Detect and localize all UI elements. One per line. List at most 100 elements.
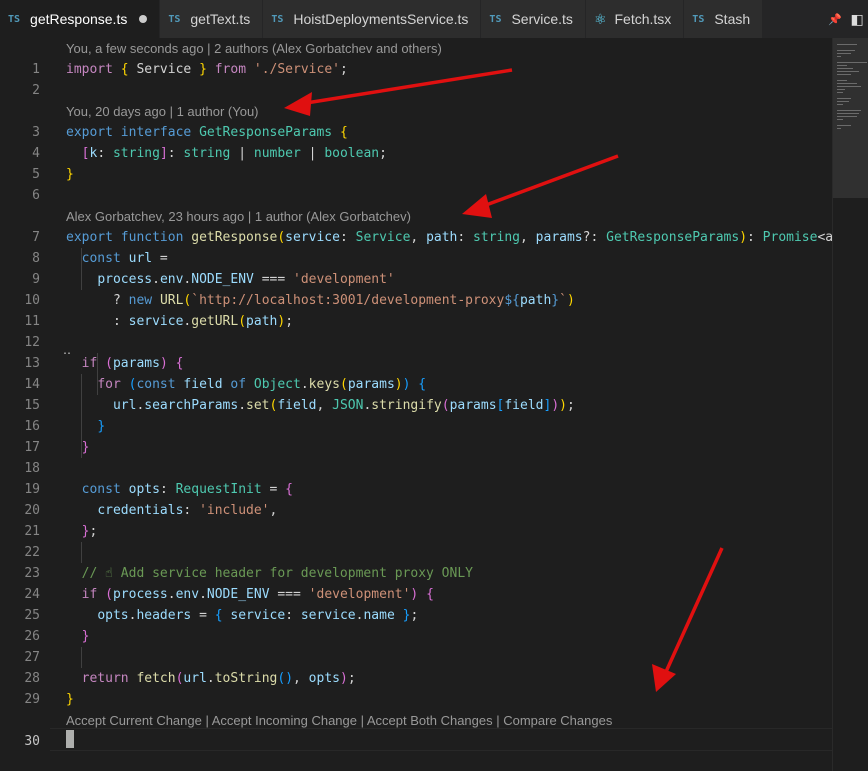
code-token: === bbox=[253, 272, 294, 287]
git-blame-codelens[interactable]: You, a few seconds ago | 2 authors (Alex… bbox=[66, 38, 442, 59]
code-line[interactable]: 28 return fetch(url.toString(), opts); bbox=[0, 668, 832, 689]
code-token: field bbox=[277, 398, 317, 413]
split-editor-icon[interactable]: ◧ bbox=[851, 11, 864, 28]
code-token: { bbox=[175, 356, 184, 371]
code-token: string bbox=[473, 230, 521, 245]
code-line[interactable]: 4 [k: string]: string | number | boolean… bbox=[0, 143, 832, 164]
code-line[interactable]: 6 bbox=[0, 185, 832, 206]
tab-label: Stash bbox=[714, 11, 751, 27]
code-token: : bbox=[183, 503, 200, 518]
minimap-line bbox=[837, 110, 861, 111]
code-token: ${ bbox=[504, 293, 520, 308]
code-token: } bbox=[81, 440, 90, 455]
typescript-icon: TS bbox=[489, 13, 502, 25]
minimap-line bbox=[837, 62, 867, 63]
unsaved-dot-icon[interactable] bbox=[139, 15, 148, 23]
tab-hoistdeploymentsservice-ts[interactable]: TS HoistDeploymentsService.ts bbox=[263, 0, 482, 38]
code-token: new bbox=[128, 293, 153, 308]
code-text: import { Service } from './Service'; bbox=[66, 59, 348, 80]
minimap[interactable] bbox=[832, 38, 868, 771]
tab-stash[interactable]: TS Stash bbox=[684, 0, 764, 38]
code-token: Service bbox=[128, 62, 200, 77]
tab-label: Fetch.tsx bbox=[614, 11, 672, 27]
code-line[interactable]: 8 const url = bbox=[0, 248, 832, 269]
tab-label: getText.ts bbox=[190, 11, 251, 27]
code-line[interactable]: 3 export interface GetResponseParams { bbox=[0, 122, 832, 143]
code-token: . bbox=[199, 587, 207, 602]
code-line[interactable]: 19 const opts: RequestInit = { bbox=[0, 479, 832, 500]
code-text: export interface GetResponseParams { bbox=[66, 122, 348, 143]
code-text: // ☝ Add service header for development … bbox=[66, 563, 473, 584]
tab-service-ts[interactable]: TS Service.ts bbox=[481, 0, 586, 38]
merge-conflict-actions[interactable]: Accept Current Change | Accept Incoming … bbox=[66, 710, 612, 731]
code-line[interactable]: 21 }; bbox=[0, 521, 832, 542]
code-line[interactable]: 18 bbox=[0, 458, 832, 479]
code-line[interactable]: 15 url.searchParams.set(field, JSON.stri… bbox=[0, 395, 832, 416]
code-line[interactable]: 17 } bbox=[0, 437, 832, 458]
code-text: } bbox=[66, 437, 90, 458]
git-blame-codelens[interactable]: You, 20 days ago | 1 author (You) bbox=[66, 101, 259, 122]
code-line[interactable]: 9 process.env.NODE_ENV === 'development' bbox=[0, 269, 832, 290]
code-token: : bbox=[285, 608, 301, 623]
code-line[interactable]: 24 if (process.env.NODE_ENV === 'develop… bbox=[0, 584, 832, 605]
code-line[interactable]: 2 bbox=[0, 80, 832, 101]
code-line[interactable]: 10 ? new URL(`http://localhost:3001/deve… bbox=[0, 290, 832, 311]
code-token: field bbox=[183, 377, 223, 392]
code-text: } bbox=[66, 626, 90, 647]
code-token: ( bbox=[105, 356, 113, 371]
code-line[interactable]: 23 // ☝ Add service header for developme… bbox=[0, 563, 832, 584]
code-line[interactable]: 1 import { Service } from './Service'; bbox=[0, 59, 832, 80]
code-line[interactable]: 14 for (const field of Object.keys(param… bbox=[0, 374, 832, 395]
minimap-line bbox=[837, 74, 851, 75]
code-token: ; bbox=[285, 314, 294, 329]
code-token: ) bbox=[394, 377, 403, 392]
code-token: ( bbox=[238, 314, 247, 329]
line-number: 27 bbox=[24, 650, 40, 665]
minimap-line bbox=[837, 80, 847, 81]
code-line[interactable]: 13 if (params) { bbox=[0, 353, 832, 374]
tab-gettext-ts[interactable]: TS getText.ts bbox=[160, 0, 264, 38]
code-token: string bbox=[183, 146, 231, 161]
code-line[interactable]: 7 export function getResponse(service: Se… bbox=[0, 227, 832, 248]
git-blame-codelens[interactable]: Alex Gorbatchev, 23 hours ago | 1 author… bbox=[66, 206, 411, 227]
code-line[interactable]: 27 bbox=[0, 647, 832, 668]
code-token: env bbox=[159, 272, 184, 287]
code-line[interactable]: 5} bbox=[0, 164, 832, 185]
code-token: number bbox=[253, 146, 301, 161]
code-line[interactable]: 29} bbox=[0, 689, 832, 710]
code-token: . bbox=[167, 587, 176, 602]
code-line[interactable]: 22 bbox=[0, 542, 832, 563]
code-token: return bbox=[81, 671, 129, 686]
code-token: , bbox=[293, 671, 309, 686]
code-editor[interactable]: ‥ You, a few seconds ago | 2 authors (Al… bbox=[0, 38, 832, 771]
code-line[interactable]: 12 bbox=[0, 332, 832, 353]
code-token: : bbox=[457, 230, 474, 245]
code-text: credentials: 'include', bbox=[66, 500, 277, 521]
line-number: 20 bbox=[24, 503, 40, 518]
code-line[interactable]: 16 } bbox=[0, 416, 832, 437]
code-token: params bbox=[112, 356, 160, 371]
code-token: { bbox=[285, 482, 293, 497]
code-line[interactable]: 25 opts.headers = { service: service.nam… bbox=[0, 605, 832, 626]
line-number: 3 bbox=[32, 125, 40, 140]
code-token: ( bbox=[105, 587, 113, 602]
code-token: ) bbox=[566, 293, 575, 308]
code-token: import bbox=[66, 62, 113, 77]
code-token: of bbox=[230, 377, 247, 392]
code-token: Service bbox=[355, 230, 411, 245]
code-line[interactable]: 26 } bbox=[0, 626, 832, 647]
code-token: string bbox=[112, 146, 160, 161]
code-line[interactable]: 11 : service.getURL(path); bbox=[0, 311, 832, 332]
tab-getresponse-ts[interactable]: TS getResponse.ts bbox=[0, 0, 161, 38]
tab-fetch-tsx[interactable]: ⚛ Fetch.tsx bbox=[585, 0, 685, 38]
code-line[interactable]: 20 credentials: 'include', bbox=[0, 500, 832, 521]
code-token: headers bbox=[136, 608, 192, 623]
code-line[interactable]: 30 bbox=[0, 731, 832, 752]
pin-icon[interactable]: 📌 bbox=[828, 13, 842, 26]
